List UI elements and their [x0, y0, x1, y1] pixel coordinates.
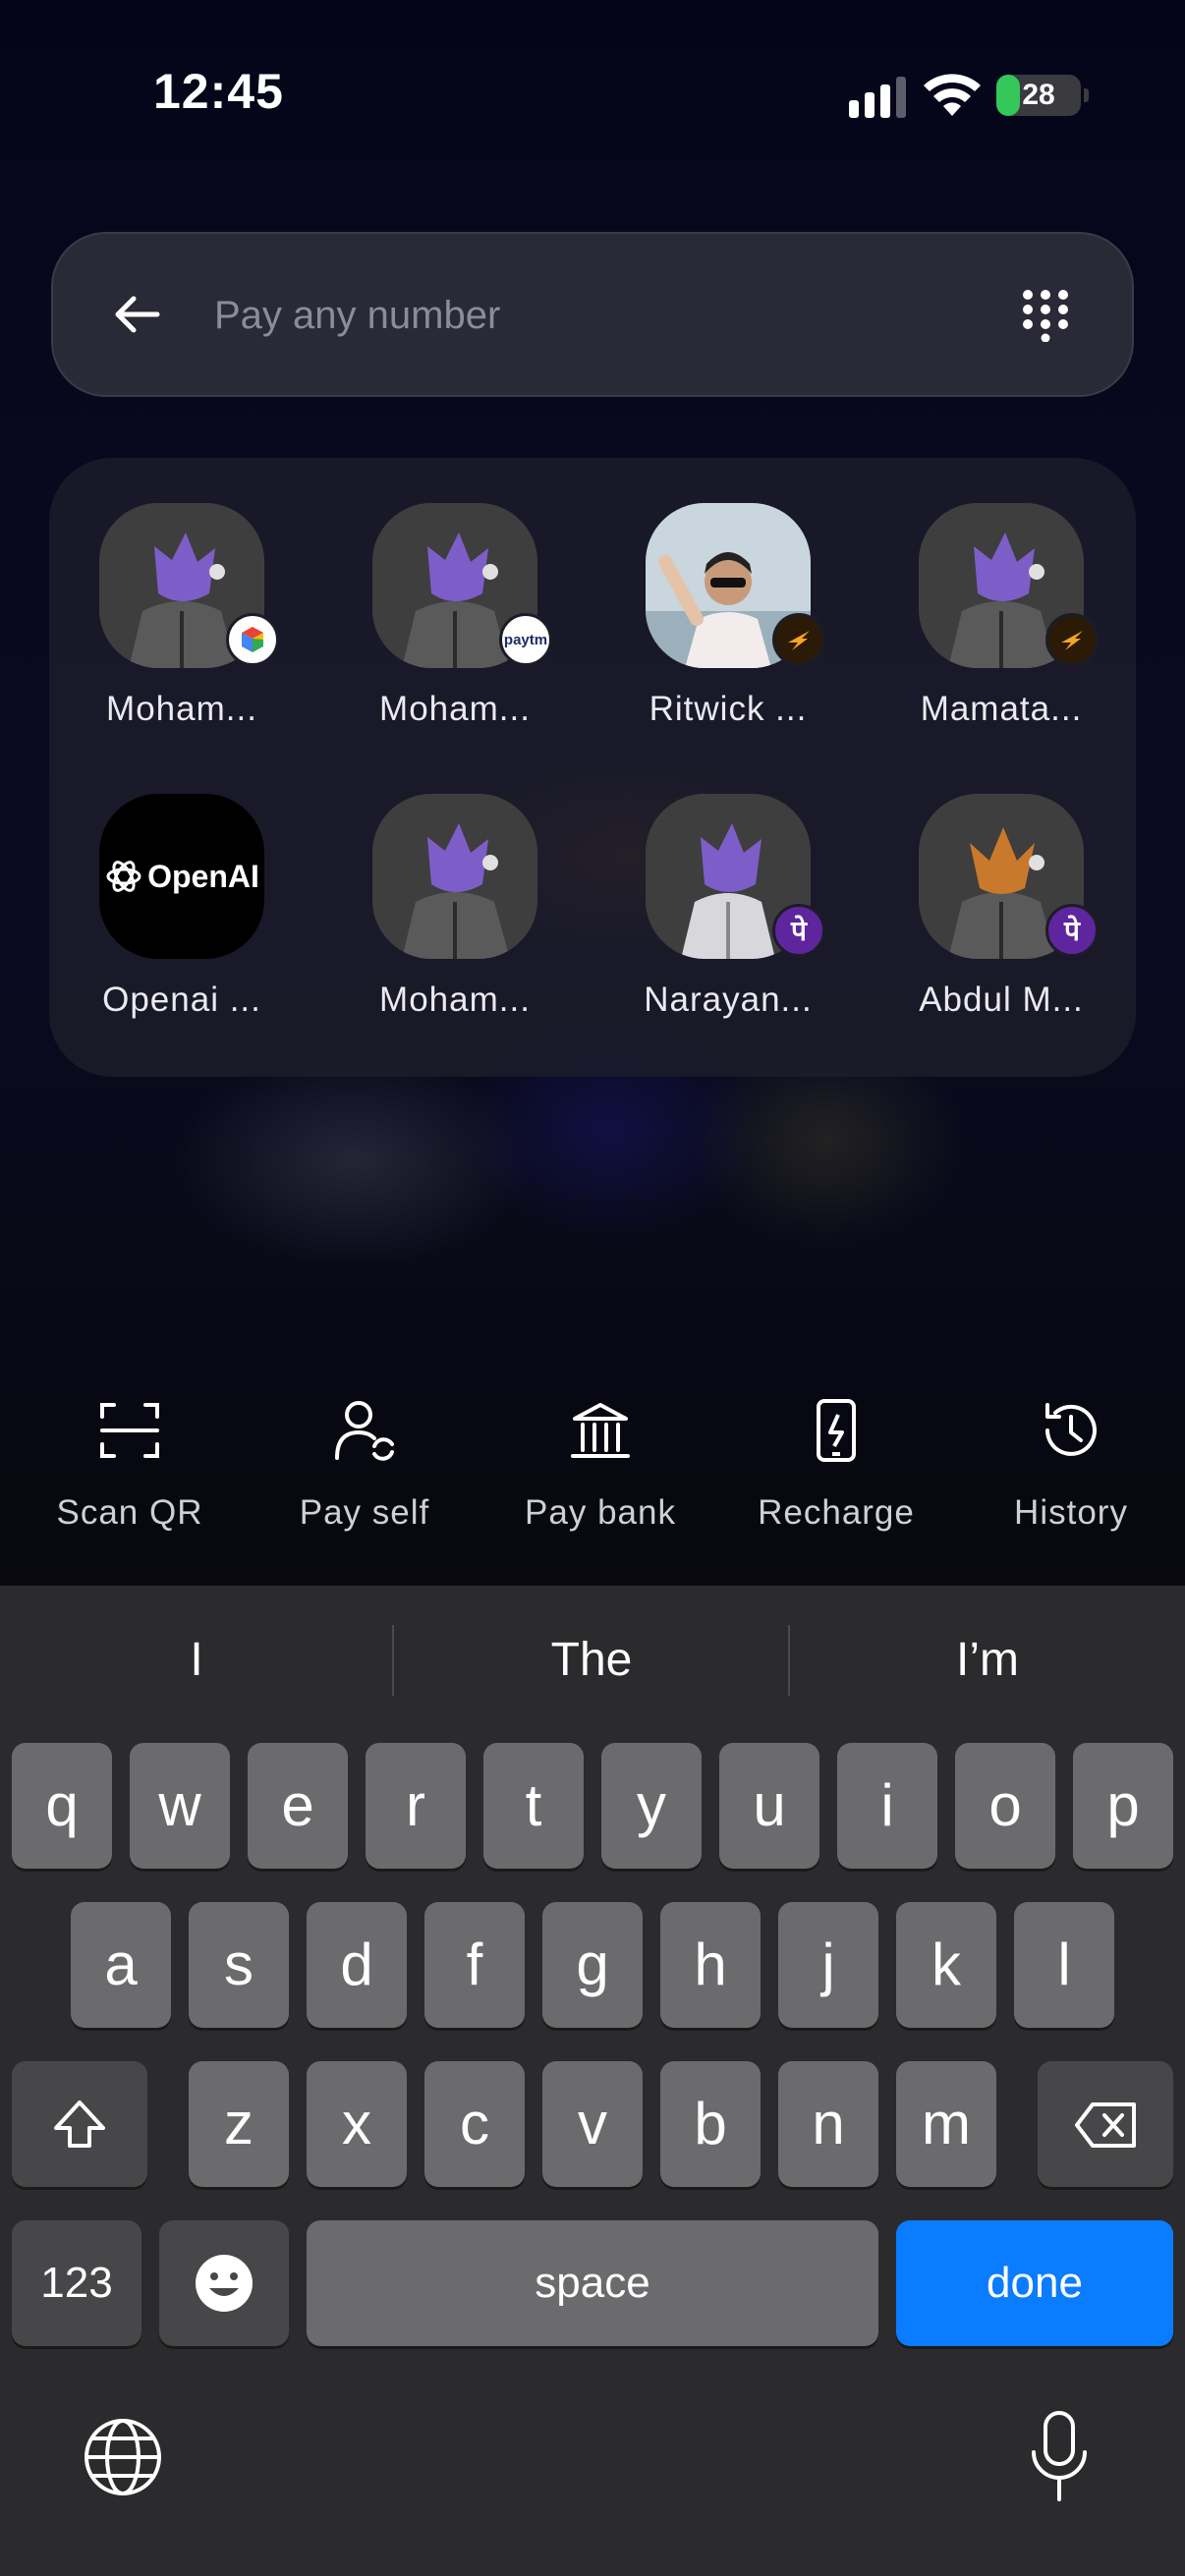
- globe-icon[interactable]: [83, 2417, 163, 2497]
- contact-name: Ritwick ...: [649, 690, 808, 728]
- action-label: Scan QR: [56, 1493, 203, 1532]
- recharge-icon: [817, 1399, 856, 1462]
- microphone-icon[interactable]: [1028, 2409, 1091, 2503]
- pay-self-button[interactable]: Pay self: [256, 1385, 473, 1542]
- key-f[interactable]: f: [424, 1902, 525, 2028]
- key-a[interactable]: a: [71, 1902, 171, 2028]
- action-label: Pay bank: [525, 1493, 676, 1532]
- action-label: Pay self: [299, 1493, 430, 1532]
- scan-qr-button[interactable]: Scan QR: [22, 1385, 238, 1542]
- phonepe-badge-icon: पे: [1045, 904, 1099, 957]
- contact-item[interactable]: Moham...: [337, 794, 573, 1049]
- backspace-icon: [1075, 2102, 1136, 2148]
- key-w[interactable]: w: [130, 1743, 230, 1869]
- contact-name: Mamata...: [920, 690, 1083, 728]
- avatar: [372, 794, 537, 959]
- cellular-signal-icon: [849, 77, 906, 118]
- action-label: Recharge: [758, 1493, 915, 1532]
- battery-percent: 28: [1022, 79, 1055, 111]
- contact-item[interactable]: पे Abdul M...: [883, 794, 1119, 1049]
- key-l[interactable]: l: [1014, 1902, 1114, 2028]
- dialpad-icon[interactable]: [1020, 287, 1071, 342]
- pay-number-input[interactable]: [214, 273, 1000, 358]
- key-h[interactable]: h: [660, 1902, 761, 2028]
- pay-self-icon: [335, 1401, 394, 1461]
- contact-item[interactable]: पे Narayan...: [610, 794, 846, 1049]
- status-bar: 12:45 28: [0, 0, 1185, 187]
- battery-indicator: 28: [996, 75, 1089, 116]
- contact-item[interactable]: Ritwick ...: [610, 503, 846, 758]
- avatar-illustration-icon: [372, 794, 537, 959]
- recent-contacts-card: Moham... paytm Moham... Ritwick ... Mama…: [49, 458, 1136, 1077]
- key-d[interactable]: d: [307, 1902, 407, 2028]
- contact-name: Abdul M...: [919, 980, 1084, 1019]
- key-v[interactable]: v: [542, 2061, 643, 2187]
- delete-key[interactable]: [1038, 2061, 1173, 2187]
- key-c[interactable]: c: [424, 2061, 525, 2187]
- key-o[interactable]: o: [955, 1743, 1055, 1869]
- wifi-icon: [924, 74, 981, 116]
- contact-name: Moham...: [379, 690, 531, 728]
- contact-name: Openai ...: [102, 980, 261, 1019]
- shift-icon: [54, 2100, 105, 2148]
- key-q[interactable]: q: [12, 1743, 112, 1869]
- key-y[interactable]: y: [601, 1743, 702, 1869]
- openai-logo-icon: [106, 861, 141, 892]
- suggestion-item[interactable]: The: [395, 1621, 788, 1700]
- key-m[interactable]: m: [896, 2061, 996, 2187]
- key-g[interactable]: g: [542, 1902, 643, 2028]
- key-z[interactable]: z: [189, 2061, 289, 2187]
- super-money-badge-icon: [772, 613, 825, 666]
- history-icon: [1045, 1403, 1097, 1456]
- key-p[interactable]: p: [1073, 1743, 1173, 1869]
- done-key[interactable]: done: [896, 2220, 1173, 2346]
- key-k[interactable]: k: [896, 1902, 996, 2028]
- bank-icon: [571, 1403, 630, 1458]
- phonepe-badge-icon: पे: [772, 904, 825, 957]
- key-b[interactable]: b: [660, 2061, 761, 2187]
- contact-item[interactable]: paytm Moham...: [337, 503, 573, 758]
- google-pay-badge-icon: [226, 613, 279, 666]
- history-button[interactable]: History: [963, 1385, 1179, 1542]
- contact-name: Moham...: [379, 980, 531, 1019]
- pay-bank-button[interactable]: Pay bank: [492, 1385, 708, 1542]
- contact-name: Narayan...: [644, 980, 813, 1019]
- key-i[interactable]: i: [837, 1743, 937, 1869]
- key-x[interactable]: x: [307, 2061, 407, 2187]
- paytm-badge-icon: paytm: [499, 613, 552, 666]
- back-arrow-icon[interactable]: [108, 285, 167, 344]
- openai-logo-avatar: OpenAI: [99, 794, 264, 959]
- contact-item[interactable]: OpenAI Openai ...: [64, 794, 300, 1049]
- key-s[interactable]: s: [189, 1902, 289, 2028]
- key-j[interactable]: j: [778, 1902, 878, 2028]
- suggestion-item[interactable]: I: [0, 1621, 393, 1700]
- emoji-key[interactable]: [159, 2220, 289, 2346]
- suggestion-item[interactable]: I’m: [791, 1621, 1184, 1700]
- status-time: 12:45: [153, 64, 284, 119]
- numbers-key[interactable]: 123: [12, 2220, 141, 2346]
- super-money-badge-icon: [1045, 613, 1099, 666]
- emoji-icon: [196, 2255, 253, 2312]
- space-key[interactable]: space: [307, 2220, 878, 2346]
- key-t[interactable]: t: [483, 1743, 584, 1869]
- scan-qr-icon: [100, 1403, 159, 1458]
- pay-number-search-bar[interactable]: [51, 232, 1134, 397]
- contact-name: Moham...: [106, 690, 257, 728]
- contact-item[interactable]: Moham...: [64, 503, 300, 758]
- action-label: History: [1014, 1493, 1128, 1532]
- key-e[interactable]: e: [248, 1743, 348, 1869]
- key-n[interactable]: n: [778, 2061, 878, 2187]
- quick-actions-bar: Scan QR Pay self Pay bank Recharge Histo…: [0, 1385, 1185, 1542]
- predictive-suggestions: I The I’m: [0, 1586, 1185, 1733]
- key-r[interactable]: r: [366, 1743, 466, 1869]
- avatar-logo-text: OpenAI: [147, 858, 259, 894]
- shift-key[interactable]: [12, 2061, 147, 2187]
- recharge-button[interactable]: Recharge: [728, 1385, 944, 1542]
- key-u[interactable]: u: [719, 1743, 819, 1869]
- contact-item[interactable]: Mamata...: [883, 503, 1119, 758]
